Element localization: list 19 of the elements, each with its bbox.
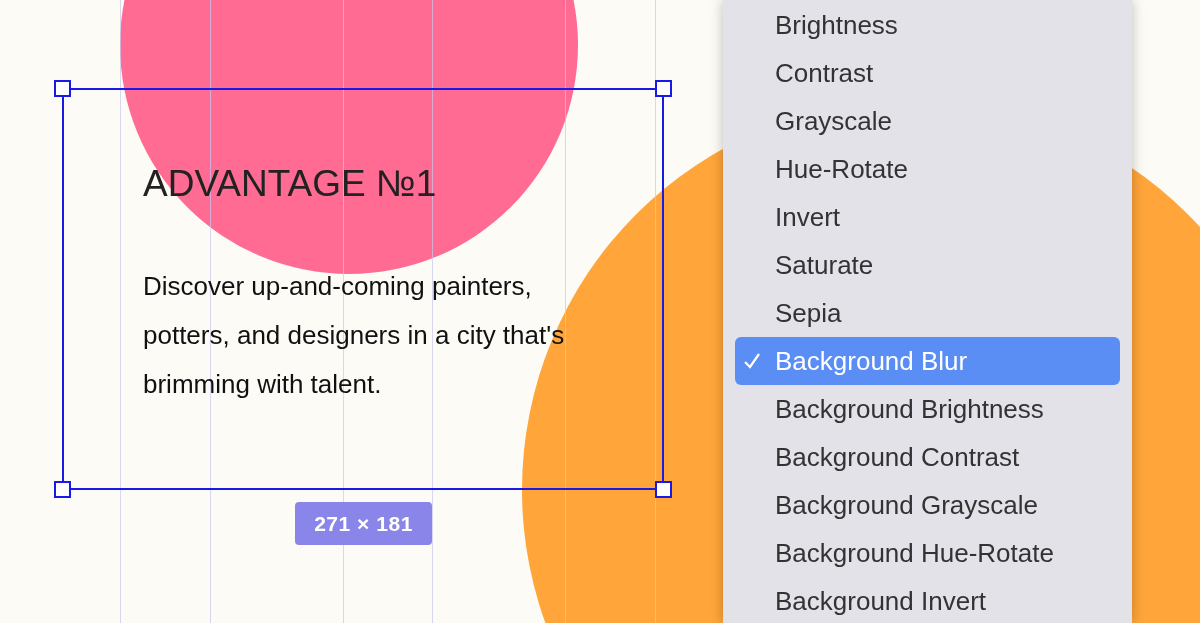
- check-icon: [742, 351, 762, 371]
- resize-handle[interactable]: [54, 481, 71, 498]
- menu-item[interactable]: Brightness: [735, 1, 1120, 49]
- menu-item[interactable]: Background Hue-Rotate: [735, 529, 1120, 577]
- menu-item[interactable]: Sepia: [735, 289, 1120, 337]
- menu-item[interactable]: Background Grayscale: [735, 481, 1120, 529]
- menu-item[interactable]: Invert: [735, 193, 1120, 241]
- selection-frame[interactable]: [62, 88, 664, 490]
- resize-handle[interactable]: [655, 80, 672, 97]
- menu-item[interactable]: Grayscale: [735, 97, 1120, 145]
- menu-item[interactable]: Saturate: [735, 241, 1120, 289]
- size-badge: 271 × 181: [295, 502, 432, 545]
- menu-item[interactable]: Background Invert: [735, 577, 1120, 623]
- menu-item[interactable]: Background Brightness: [735, 385, 1120, 433]
- menu-item[interactable]: Hue-Rotate: [735, 145, 1120, 193]
- resize-handle[interactable]: [54, 80, 71, 97]
- menu-item[interactable]: Contrast: [735, 49, 1120, 97]
- menu-item[interactable]: Background Contrast: [735, 433, 1120, 481]
- resize-handle[interactable]: [655, 481, 672, 498]
